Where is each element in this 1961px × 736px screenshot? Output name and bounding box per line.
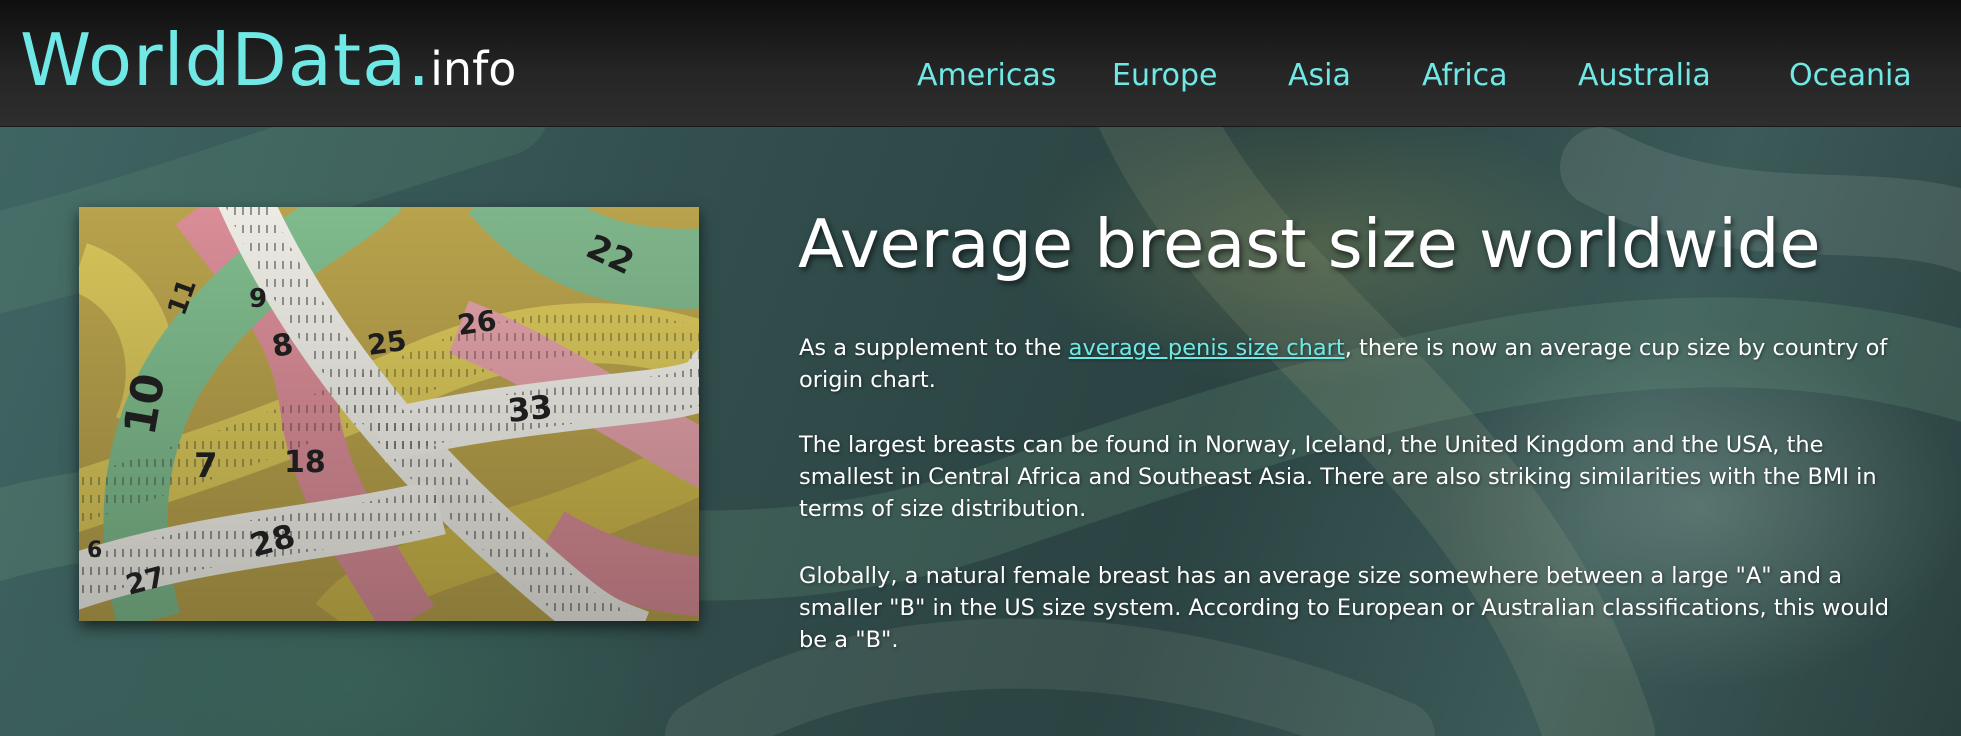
logo-suffix: info [430, 42, 517, 96]
intro-paragraph: As a supplement to the average penis siz… [799, 332, 1919, 396]
nav-africa[interactable]: Africa [1422, 58, 1508, 93]
intro-text-before: As a supplement to the [799, 335, 1069, 361]
tape-number: 6 [87, 538, 102, 563]
penis-size-chart-link[interactable]: average penis size chart [1069, 335, 1345, 361]
tape-number: 25 [365, 324, 408, 362]
tape-number: 10 [115, 370, 176, 439]
tape-number: 18 [284, 445, 326, 480]
distribution-paragraph: The largest breasts can be found in Norw… [799, 432, 1877, 522]
measuring-tape-illustration: 22 11 9 8 25 26 10 7 33 18 28 27 6 [79, 207, 699, 621]
tape-number: 26 [455, 304, 498, 342]
nav-oceania[interactable]: Oceania [1789, 58, 1912, 93]
measuring-tape-photo: 22 11 9 8 25 26 10 7 33 18 28 27 6 [79, 207, 699, 621]
nav-americas[interactable]: Americas [917, 58, 1056, 93]
nav-europe[interactable]: Europe [1112, 58, 1218, 93]
tape-number: 7 [194, 446, 218, 486]
logo-wordmark: WorldData [20, 18, 408, 102]
site-header: WorldData.info Americas Europe Asia Afri… [0, 0, 1961, 127]
page-title: Average breast size worldwide [798, 205, 1821, 283]
tape-number: 33 [506, 388, 554, 430]
global-average-paragraph: Globally, a natural female breast has an… [799, 563, 1890, 653]
nav-australia[interactable]: Australia [1578, 58, 1711, 93]
hero-section: 22 11 9 8 25 26 10 7 33 18 28 27 6 Avera… [0, 127, 1961, 736]
tape-number: 9 [249, 284, 267, 314]
nav-asia[interactable]: Asia [1288, 58, 1351, 93]
logo-dot: . [407, 18, 431, 102]
site-logo[interactable]: WorldData.info [20, 18, 516, 102]
